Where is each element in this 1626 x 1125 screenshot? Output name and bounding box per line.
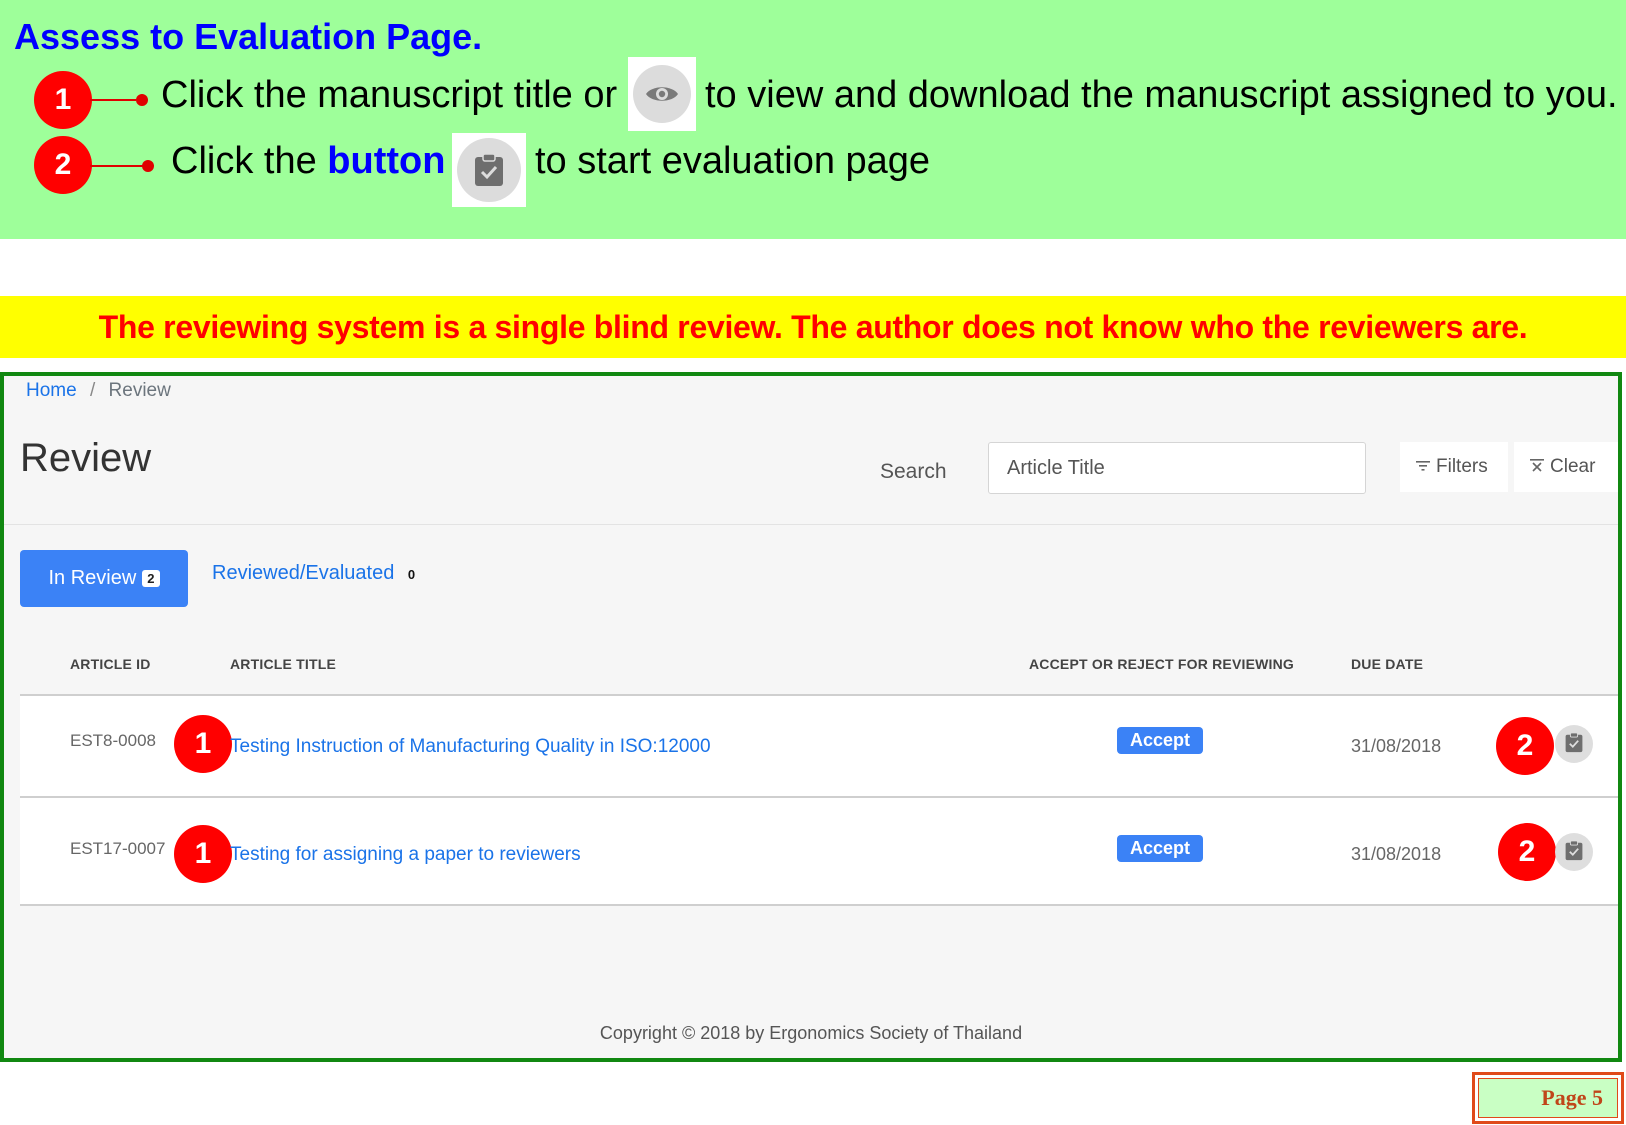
banner-text: The reviewing system is a single blind r… [98,308,1528,345]
row-1-accept-badge[interactable]: Accept [1117,727,1203,754]
row-2-due-date: 31/08/2018 [1351,844,1442,864]
breadcrumb-separator: / [89,380,96,401]
row-2-evaluate-button[interactable] [1555,833,1593,871]
breadcrumb-current: Review [108,380,171,401]
filter-icon [1416,456,1430,478]
step-1-connector-dot [136,94,148,106]
column-header-due-date: DUE DATE [1351,656,1424,672]
row-1-action-marker: 2 [1496,717,1554,775]
step-1-text-before: Click the manuscript title or [161,74,618,116]
tab-reviewed-count: 0 [407,567,416,582]
clipboard-check-icon [457,138,521,202]
step-2-icon-box [452,133,526,207]
tab-in-review-count: 2 [142,570,160,587]
step-1-icon-box [628,57,696,131]
breadcrumb-home[interactable]: Home [26,380,77,401]
row-divider [20,904,1618,906]
instruction-title: Assess to Evaluation Page. [14,16,483,57]
filters-button[interactable]: Filters [1400,442,1508,492]
column-header-article-id: ARTICLE ID [70,656,151,672]
header-divider [4,524,1618,525]
row-2-action-marker: 2 [1498,823,1556,881]
breadcrumb: Home / Review [26,380,171,402]
search-label: Search [880,460,947,483]
step-1-text-after: to view and download the manuscript assi… [705,74,1618,116]
step-2-text-before: Click the [171,140,317,182]
row-2-title-marker: 1 [174,825,232,883]
tab-reviewed-label: Reviewed/Evaluated [212,562,395,584]
clipboard-check-icon [1565,732,1583,756]
step-1-marker: 1 [34,71,92,129]
tab-in-review[interactable]: In Review 2 [20,550,188,607]
filters-button-label: Filters [1436,456,1488,477]
tab-in-review-label: In Review [48,567,137,589]
step-2-marker: 2 [34,136,92,194]
row-1-title-marker: 1 [174,715,232,773]
column-header-article-title: ARTICLE TITLE [230,656,337,672]
row-1-evaluate-button[interactable] [1555,725,1593,763]
tab-reviewed-evaluated[interactable]: Reviewed/Evaluated 0 [212,562,415,585]
eye-icon [633,65,691,123]
step-2-connector-dot [142,160,154,172]
clipboard-check-icon [1565,840,1583,864]
row-1-article-id: EST8-0008 [70,731,156,750]
row-1-article-title-link[interactable]: Testing Instruction of Manufacturing Qua… [230,736,711,758]
page-title: Review [20,436,152,480]
clear-button-label: Clear [1550,456,1596,477]
row-2-article-id: EST17-0007 [70,839,166,858]
step-1-connector [90,99,136,101]
clear-button[interactable]: Clear [1514,442,1618,492]
instruction-panel: Assess to Evaluation Page. 1 Click the m… [0,0,1626,239]
review-app-frame: Home / Review Review Search Filters Clea… [0,372,1622,1062]
row-2-accept-badge[interactable]: Accept [1117,835,1203,862]
step-2-text-after: to start evaluation page [535,140,931,182]
page-number-label: Page 5 [1478,1078,1618,1118]
step-2-highlight: button [327,140,446,182]
row-2-article-title-link[interactable]: Testing for assigning a paper to reviewe… [230,844,581,866]
step-2-connector [90,165,144,167]
page-number-badge: Page 5 [1472,1072,1624,1124]
copyright-footer: Copyright © 2018 by Ergonomics Society o… [599,1023,1023,1043]
column-header-accept-reject: ACCEPT OR REJECT FOR REVIEWING [1029,656,1295,672]
blind-review-banner: The reviewing system is a single blind r… [0,296,1626,358]
step-2-text: Click the button [171,140,445,183]
search-input[interactable] [988,442,1366,494]
clear-filter-icon [1530,456,1544,478]
row-1-due-date: 31/08/2018 [1351,736,1442,756]
